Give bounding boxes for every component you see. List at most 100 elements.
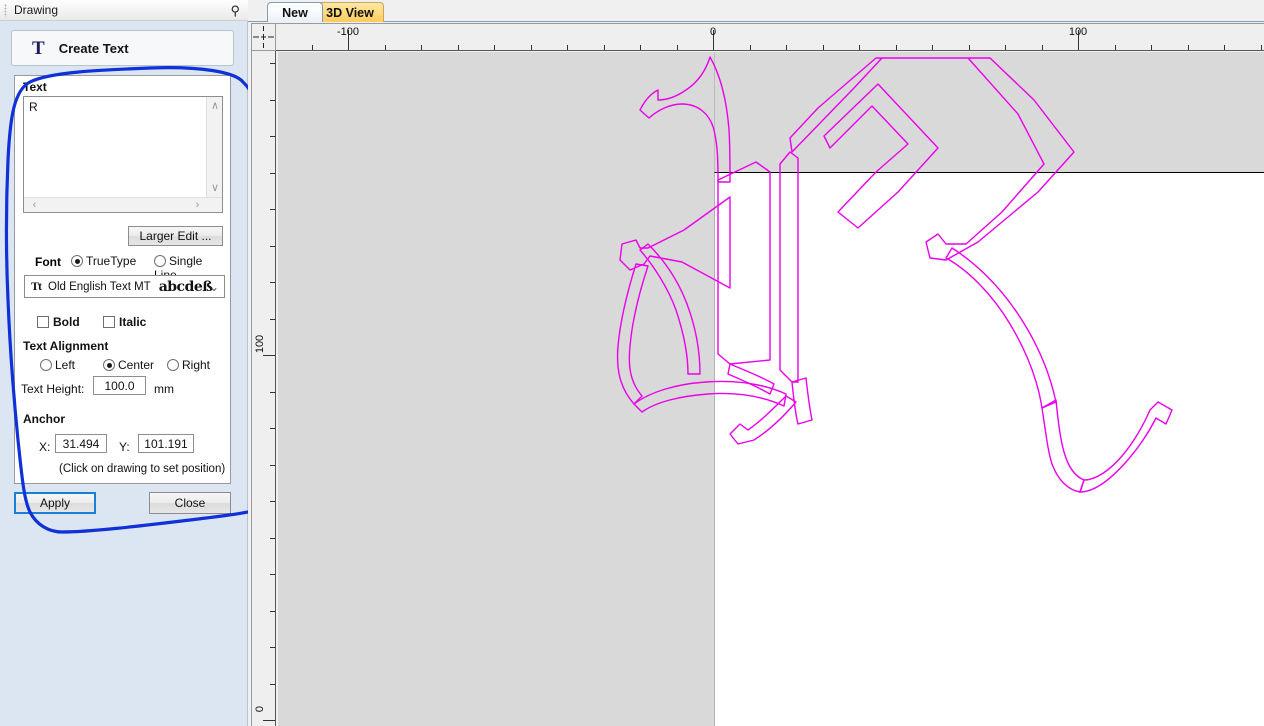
ruler-minor-tick: [270, 501, 275, 502]
radio-truetype-indicator[interactable]: [71, 255, 83, 267]
ruler-minor-tick: [494, 45, 495, 50]
ruler-major-tick: [263, 720, 275, 721]
application-window: Drawing ⚲ T Create Text Text R ∧ ∨ ‹ › L: [0, 0, 1264, 726]
checkbox-italic-indicator[interactable]: [103, 316, 115, 328]
ruler-minor-tick: [270, 209, 275, 210]
anchor-y-input[interactable]: 101.191: [138, 434, 194, 453]
ruler-minor-tick: [1151, 45, 1152, 50]
ruler-minor-tick: [567, 45, 568, 50]
ruler-origin-icon[interactable]: [251, 23, 276, 51]
radio-align-center-indicator[interactable]: [103, 359, 115, 371]
document-area: 3D View New -100 0 100 100 0: [248, 0, 1264, 726]
truetype-icon: Tt: [31, 279, 41, 294]
radio-truetype-label: TrueType: [86, 254, 136, 268]
ruler-minor-tick: [270, 282, 275, 283]
ruler-minor-tick: [270, 246, 275, 247]
ruler-minor-tick: [270, 63, 275, 64]
radio-align-right[interactable]: Right: [167, 358, 210, 372]
ruler-minor-tick: [270, 684, 275, 685]
font-preview-sample: abcdeß: [159, 279, 213, 295]
font-type-row: Font TrueType Single Line: [23, 253, 228, 271]
page-title: Create Text: [59, 41, 129, 56]
drag-grip-icon[interactable]: [4, 4, 7, 17]
radio-align-right-indicator[interactable]: [167, 359, 179, 371]
dock-title-label: Drawing: [14, 3, 58, 17]
ruler-minor-tick: [1115, 45, 1116, 50]
ruler-minor-tick: [270, 100, 275, 101]
text-alignment-label: Text Alignment: [23, 339, 108, 353]
ruler-label-vertical: 0: [254, 706, 266, 712]
checkbox-italic[interactable]: Italic: [103, 315, 146, 329]
ruler-minor-tick: [677, 45, 678, 50]
checkbox-italic-label: Italic: [119, 315, 146, 329]
radio-align-center[interactable]: Center: [103, 358, 154, 372]
scroll-right-icon[interactable]: ›: [190, 198, 205, 213]
ruler-minor-tick: [786, 45, 787, 50]
ruler-minor-tick: [859, 45, 860, 50]
checkbox-bold-indicator[interactable]: [37, 316, 49, 328]
radio-align-left[interactable]: Left: [40, 358, 75, 372]
create-text-header: T Create Text: [11, 30, 234, 66]
ruler-minor-tick: [604, 45, 605, 50]
tab-3d-view[interactable]: 3D View: [316, 2, 384, 22]
font-label: Font: [35, 255, 61, 269]
ruler-minor-tick: [1188, 45, 1189, 50]
ruler-minor-tick: [270, 647, 275, 648]
anchor-y-label: Y:: [119, 440, 130, 454]
horizontal-ruler[interactable]: -100 0 100: [276, 23, 1264, 51]
ruler-label-horizontal: 0: [710, 26, 716, 38]
text-height-input[interactable]: 100.0: [93, 376, 146, 395]
ruler-minor-tick: [421, 45, 422, 50]
ruler-minor-tick: [969, 45, 970, 50]
ruler-label-horizontal: -100: [337, 26, 359, 38]
text-input-area[interactable]: R ∧ ∨ ‹ ›: [23, 96, 223, 213]
radio-single-line-indicator[interactable]: [154, 255, 166, 267]
text-tool-icon: T: [32, 39, 45, 58]
drawing-dock-panel: Drawing ⚲ T Create Text Text R ∧ ∨ ‹ › L: [0, 0, 248, 726]
ruler-minor-tick: [312, 45, 313, 50]
close-button[interactable]: Close: [149, 492, 231, 514]
ruler-label-vertical: 100: [254, 335, 266, 353]
ruler-minor-tick: [270, 173, 275, 174]
radio-align-left-indicator[interactable]: [40, 359, 52, 371]
ruler-minor-tick: [270, 465, 275, 466]
drawing-canvas[interactable]: [278, 52, 1264, 726]
vertical-ruler[interactable]: 100 0: [251, 51, 276, 726]
ruler-label-horizontal: 100: [1069, 26, 1087, 38]
ruler-minor-tick: [270, 392, 275, 393]
ruler-minor-tick: [1042, 45, 1043, 50]
larger-edit-button[interactable]: Larger Edit ...: [128, 226, 223, 246]
text-height-label: Text Height:: [21, 382, 84, 396]
font-name-value: Old English Text MT: [48, 281, 151, 293]
ruler-minor-tick: [932, 45, 933, 50]
font-select-combo[interactable]: Tt Old English Text MT abcdeß ⌄: [24, 275, 225, 298]
dock-title-bar: Drawing ⚲: [0, 0, 248, 21]
radio-truetype[interactable]: TrueType: [71, 254, 136, 268]
ruler-minor-tick: [270, 538, 275, 539]
radio-align-center-label: Center: [118, 358, 154, 372]
text-group-label: Text: [23, 80, 47, 94]
apply-button[interactable]: Apply: [14, 492, 96, 514]
scroll-up-icon[interactable]: ∧: [207, 99, 223, 114]
ruler-minor-tick: [270, 428, 275, 429]
ruler-minor-tick: [270, 319, 275, 320]
text-input-value[interactable]: R: [29, 100, 199, 190]
ruler-minor-tick: [750, 45, 751, 50]
chevron-down-icon[interactable]: ⌄: [209, 280, 219, 294]
ruler-minor-tick: [1005, 45, 1006, 50]
ruler-minor-tick: [458, 45, 459, 50]
checkbox-bold[interactable]: Bold: [37, 315, 80, 329]
tab-new[interactable]: New: [267, 2, 323, 22]
radio-align-left-label: Left: [55, 358, 75, 372]
drawn-letter-r-outline: [618, 57, 1172, 492]
scroll-down-icon[interactable]: ∨: [207, 181, 223, 196]
pin-icon[interactable]: ⚲: [230, 2, 240, 19]
vector-glyph-layer[interactable]: [278, 52, 1264, 726]
ruler-minor-tick: [531, 45, 532, 50]
text-vertical-scrollbar[interactable]: ∧ ∨: [206, 97, 222, 198]
ruler-minor-tick: [823, 45, 824, 50]
ruler-minor-tick: [1261, 45, 1262, 50]
scroll-left-icon[interactable]: ‹: [27, 198, 42, 213]
anchor-x-input[interactable]: 31.494: [55, 434, 107, 453]
text-horizontal-scrollbar[interactable]: ‹ ›: [24, 197, 222, 212]
